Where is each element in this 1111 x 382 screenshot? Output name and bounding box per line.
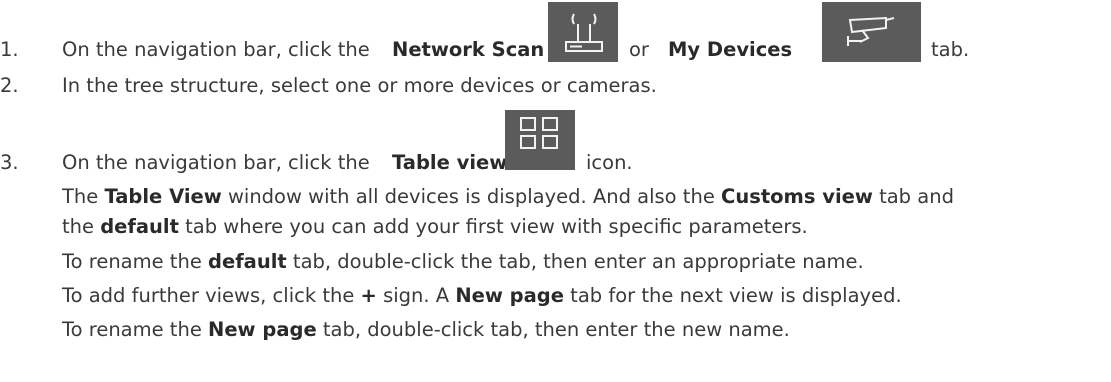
- para-2: the default tab where you can add your f…: [62, 215, 808, 238]
- para-1: The Table View window with all devices i…: [62, 185, 954, 208]
- step-1-pre: On the navigation bar, click the: [62, 38, 370, 61]
- my-devices-label: My Devices: [668, 38, 793, 61]
- network-scan-label: Network Scan: [392, 38, 545, 61]
- para-5: To rename the New page tab, double-click…: [62, 318, 790, 341]
- step-2-text: In the tree structure, select one or mor…: [62, 74, 657, 97]
- para-3: To rename the default tab, double-click …: [62, 250, 864, 273]
- tab-text: tab.: [931, 38, 970, 61]
- my-devices-icon[interactable]: [822, 2, 921, 62]
- step-2-number: 2.: [0, 74, 19, 97]
- icon-text: icon.: [586, 151, 633, 174]
- table-view-term: Table View: [104, 185, 222, 208]
- step-3-number: 3.: [0, 151, 19, 174]
- or-text: or: [629, 38, 649, 61]
- table-view-icon[interactable]: [505, 110, 575, 170]
- table-view-label: Table view: [392, 151, 508, 174]
- new-page-term: New page: [455, 284, 564, 307]
- default-term: default: [208, 250, 287, 273]
- para-4: To add further views, click the + sign. …: [62, 284, 902, 307]
- customs-view-term: Customs view: [721, 185, 873, 208]
- new-page-term: New page: [208, 318, 317, 341]
- network-scan-icon[interactable]: [548, 2, 618, 62]
- step-3-pre: On the navigation bar, click the: [62, 151, 370, 174]
- step-1-number: 1.: [0, 38, 19, 61]
- step-1-text: On the navigation bar, click the: [62, 3, 370, 61]
- plus-sign: +: [360, 284, 377, 307]
- default-term: default: [100, 215, 179, 238]
